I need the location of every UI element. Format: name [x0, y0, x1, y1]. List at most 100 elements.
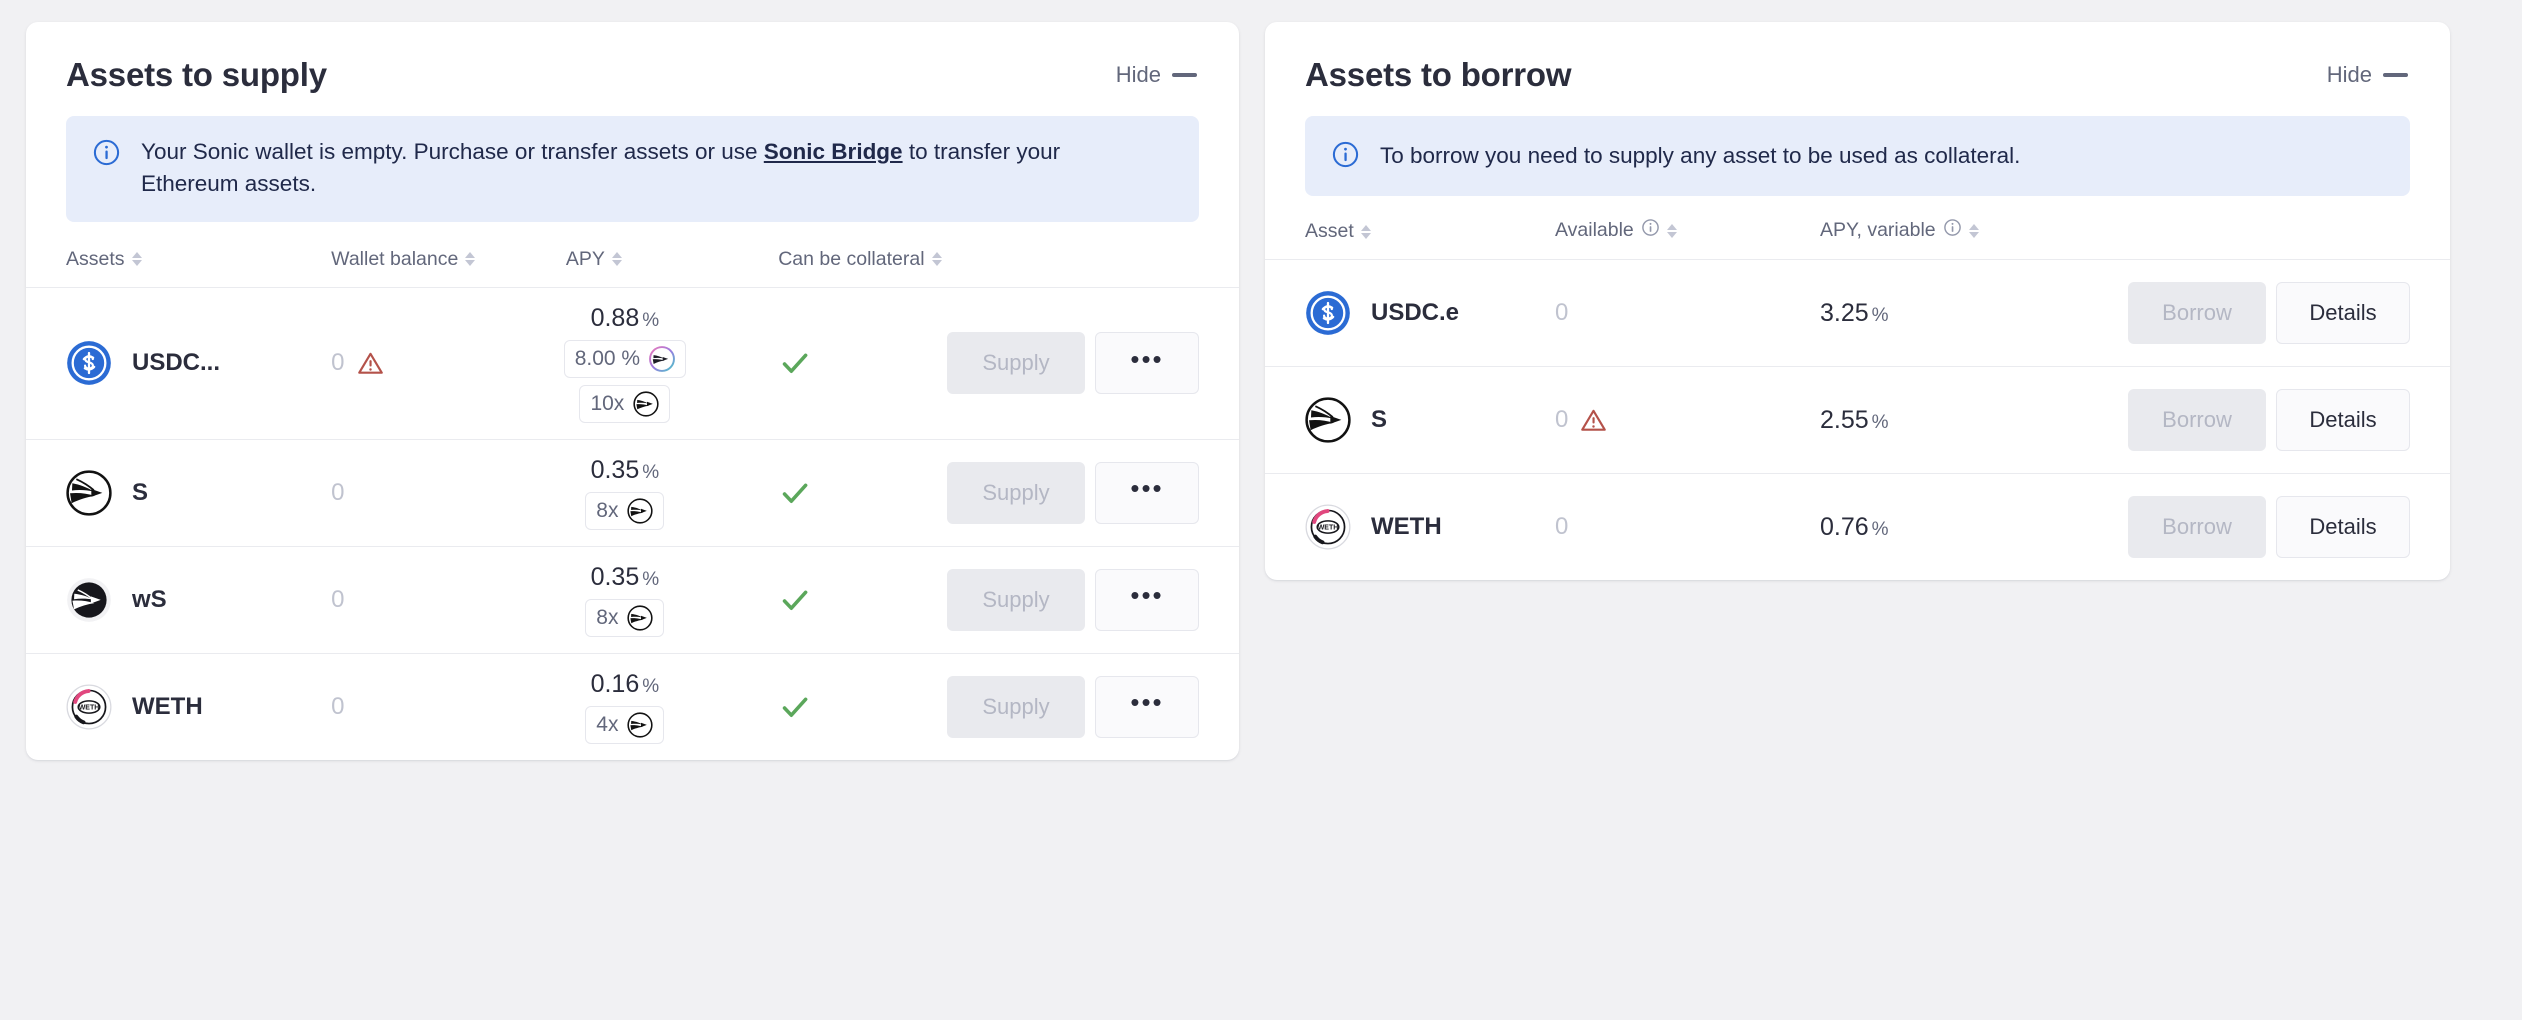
apy-value: 2.55%	[1820, 406, 1889, 434]
table-row[interactable]: wS 0 0.35% 8x Supply •••	[26, 546, 1239, 653]
table-row[interactable]: WETH WETH 0 0.76% Borrow Details	[1265, 473, 2450, 581]
borrow-col-available[interactable]: Available	[1555, 218, 1820, 260]
apy-value: 0.35%	[591, 563, 660, 592]
apy-badge-label: 10x	[590, 391, 625, 415]
actions-cell: Borrow Details	[2120, 474, 2450, 581]
supply-col-assets-label: Assets	[66, 247, 125, 270]
wallet-balance-value: 0	[331, 478, 345, 506]
table-row[interactable]: S 0 2.55% Borrow Details	[1265, 366, 2450, 474]
info-icon	[1331, 140, 1360, 174]
borrow-table-head: Asset Available APY, variable	[1265, 218, 2450, 260]
supply-table-body: USDC... 0 0.88% 8.00 % 10x Supply ••• S …	[26, 287, 1239, 760]
warning-icon	[357, 352, 383, 374]
actions-cell: Supply •••	[947, 287, 1239, 439]
apy-badge[interactable]: 8x	[585, 598, 665, 637]
apy-number: 2.55	[1820, 405, 1869, 434]
asset-cell: WETH WETH	[26, 653, 331, 760]
actions-cell: Supply •••	[947, 439, 1239, 546]
supply-col-wallet-balance[interactable]: Wallet balance	[331, 248, 566, 288]
supply-button[interactable]: Supply	[947, 568, 1085, 631]
actions-cell: Borrow Details	[2120, 260, 2450, 367]
details-button[interactable]: Details	[2276, 496, 2410, 558]
supply-col-collateral[interactable]: Can be collateral	[718, 248, 947, 288]
available-cell: 0	[1555, 474, 1820, 581]
more-options-button[interactable]: •••	[1095, 332, 1199, 395]
sort-arrows-icon[interactable]	[131, 252, 142, 267]
more-options-button[interactable]: •••	[1095, 461, 1199, 524]
apy-cell: 0.16% 4x	[566, 653, 718, 760]
asset-name: S	[132, 478, 149, 506]
asset-cell: WETH WETH	[1265, 474, 1555, 581]
borrow-button[interactable]: Borrow	[2128, 389, 2266, 451]
asset-cell: USDC.e	[1265, 260, 1555, 367]
sort-arrows-icon[interactable]	[465, 252, 476, 267]
table-row[interactable]: WETH WETH 0 0.16% 4x Supply •••	[26, 653, 1239, 760]
available-cell: 0	[1555, 260, 1820, 367]
assets-to-borrow-card: Assets to borrow Hide To borrow you need…	[1265, 22, 2450, 580]
more-options-button[interactable]: •••	[1095, 675, 1199, 738]
supply-table: Assets Wallet balance APY Can be collate…	[26, 248, 1239, 760]
sort-arrows-icon[interactable]	[931, 252, 942, 267]
sort-arrows-icon[interactable]	[1360, 224, 1371, 239]
table-row[interactable]: S 0 0.35% 8x Supply •••	[26, 439, 1239, 546]
borrow-button[interactable]: Borrow	[2128, 282, 2266, 344]
asset-cell: USDC...	[26, 287, 331, 439]
apy-badge[interactable]: 10x	[579, 384, 671, 423]
apy-badge[interactable]: 8x	[585, 491, 665, 530]
apy-value: 0.35%	[591, 456, 660, 485]
sort-arrows-icon[interactable]	[1666, 223, 1677, 238]
borrow-col-asset[interactable]: Asset	[1265, 218, 1555, 260]
borrow-card-header: Assets to borrow Hide	[1265, 22, 2450, 106]
sonic-points-gradient-icon	[649, 345, 676, 372]
more-options-button[interactable]: •••	[1095, 568, 1199, 631]
supply-col-assets[interactable]: Assets	[26, 248, 331, 288]
markets-page: Assets to supply Hide Your Sonic wallet …	[0, 0, 2522, 1020]
asset-name: USDC...	[132, 349, 221, 377]
supply-wallet-empty-alert: Your Sonic wallet is empty. Purchase or …	[66, 116, 1199, 222]
supply-button[interactable]: Supply	[947, 332, 1085, 395]
borrow-collateral-alert: To borrow you need to supply any asset t…	[1305, 116, 2410, 196]
sort-arrows-icon[interactable]	[611, 252, 622, 267]
wallet-balance-value: 0	[331, 692, 345, 720]
asset-cell: S	[1265, 367, 1555, 474]
borrow-button[interactable]: Borrow	[2128, 496, 2266, 558]
check-icon	[782, 590, 808, 610]
minus-icon	[2383, 73, 2408, 77]
sort-arrows-icon[interactable]	[1968, 223, 1979, 238]
info-tooltip-icon[interactable]	[1641, 218, 1660, 243]
apy-unit: %	[642, 675, 660, 697]
table-row[interactable]: USDC.e 0 3.25% Borrow Details	[1265, 259, 2450, 367]
supply-button[interactable]: Supply	[947, 675, 1085, 738]
table-row[interactable]: USDC... 0 0.88% 8.00 % 10x Supply •••	[26, 287, 1239, 439]
sonic-icon	[1305, 397, 1351, 443]
details-button[interactable]: Details	[2276, 389, 2410, 451]
sonic-bridge-link[interactable]: Sonic Bridge	[764, 139, 903, 164]
apy-badge[interactable]: 8.00 %	[563, 339, 687, 378]
apy-number: 3.25	[1820, 298, 1869, 327]
apy-cell: 0.35% 8x	[566, 439, 718, 546]
actions-cell: Borrow Details	[2120, 367, 2450, 474]
apy-badge[interactable]: 4x	[585, 705, 665, 744]
sonic-icon	[627, 498, 654, 524]
asset-name: WETH	[1371, 513, 1442, 540]
collateral-cell	[718, 439, 947, 546]
borrow-col-apy-variable[interactable]: APY, variable	[1820, 218, 2120, 260]
borrow-hide-button[interactable]: Hide	[2325, 58, 2410, 92]
wallet-balance-value: 0	[331, 585, 345, 613]
wallet-balance-cell: 0	[331, 287, 566, 439]
available-cell: 0	[1555, 367, 1820, 474]
supply-col-apy[interactable]: APY	[566, 248, 718, 288]
usdc-icon	[1306, 291, 1350, 335]
sonic-icon	[633, 391, 659, 417]
details-button[interactable]: Details	[2276, 282, 2410, 344]
apy-number: 0.16	[590, 669, 640, 698]
borrow-col-asset-label: Asset	[1305, 220, 1354, 242]
apy-number: 0.88	[590, 303, 640, 332]
supply-hide-button[interactable]: Hide	[1114, 58, 1199, 92]
supply-button[interactable]: Supply	[947, 461, 1085, 524]
check-icon	[782, 697, 808, 717]
collateral-cell	[718, 287, 947, 439]
info-tooltip-icon[interactable]	[1943, 218, 1962, 243]
assets-to-supply-card: Assets to supply Hide Your Sonic wallet …	[26, 22, 1239, 760]
minus-icon	[1172, 73, 1197, 77]
